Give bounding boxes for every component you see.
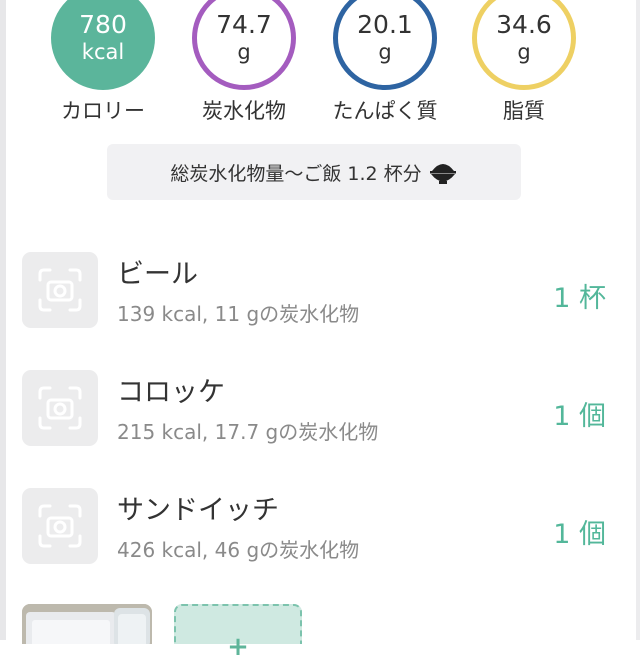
carbs-label: 炭水化物 (202, 99, 286, 123)
food-item-sandwich[interactable]: サンドイッチ 426 kcal, 46 gの炭水化物 1 個 (0, 488, 640, 606)
food-nutrition-info: 426 kcal, 46 gの炭水化物 (117, 538, 360, 562)
food-item-beer[interactable]: ビール 139 kcal, 11 gの炭水化物 1 杯 (0, 252, 640, 370)
add-photo-button[interactable]: + (174, 604, 302, 660)
food-photo-placeholder[interactable] (22, 370, 98, 446)
fat-value: 34.6 (496, 10, 552, 39)
food-name: ビール (117, 259, 198, 290)
fat-stat: 34.6 g 脂質 (468, 0, 580, 125)
protein-value: 20.1 (357, 10, 413, 39)
calorie-unit: kcal (81, 40, 125, 64)
camera-icon (38, 268, 82, 312)
carbs-stat: 74.7 g 炭水化物 (188, 0, 300, 125)
food-item-croquette[interactable]: コロッケ 215 kcal, 17.7 gの炭水化物 1 個 (0, 370, 640, 488)
camera-icon (38, 386, 82, 430)
food-nutrition-info: 139 kcal, 11 gの炭水化物 (117, 302, 360, 326)
carb-summary-text: 総炭水化物量〜ご飯 1.2 杯分 (170, 162, 422, 185)
meal-photo-image (22, 604, 152, 644)
protein-ring: 20.1 g (333, 0, 437, 90)
calorie-stat: 780 kcal カロリー (47, 0, 159, 125)
food-quantity[interactable]: 1 個 (553, 394, 606, 433)
fat-label: 脂質 (503, 99, 545, 123)
food-quantity[interactable]: 1 個 (553, 512, 606, 551)
carbs-unit: g (237, 40, 251, 64)
food-quantity[interactable]: 1 杯 (553, 276, 606, 315)
food-photo-placeholder[interactable] (22, 488, 98, 564)
plus-icon: + (227, 632, 249, 662)
protein-label: たんぱく質 (332, 99, 438, 123)
food-photo-placeholder[interactable] (22, 252, 98, 328)
food-name: コロッケ (117, 377, 225, 408)
carb-summary-pill: 総炭水化物量〜ご飯 1.2 杯分 (107, 144, 521, 200)
protein-stat: 20.1 g たんぱく質 (329, 0, 441, 125)
carbs-value: 74.7 (216, 10, 272, 39)
camera-icon (38, 504, 82, 548)
calorie-label: カロリー (61, 99, 145, 123)
food-nutrition-info: 215 kcal, 17.7 gの炭水化物 (117, 420, 379, 444)
meal-photo-thumbnail[interactable] (22, 604, 152, 644)
protein-unit: g (378, 40, 392, 64)
calorie-ring: 780 kcal (51, 0, 155, 90)
food-name: サンドイッチ (117, 495, 279, 526)
fat-unit: g (517, 40, 531, 64)
calorie-value: 780 (79, 10, 127, 39)
fat-ring: 34.6 g (472, 0, 576, 90)
rice-bowl-icon (429, 164, 456, 184)
carbs-ring: 74.7 g (192, 0, 296, 90)
